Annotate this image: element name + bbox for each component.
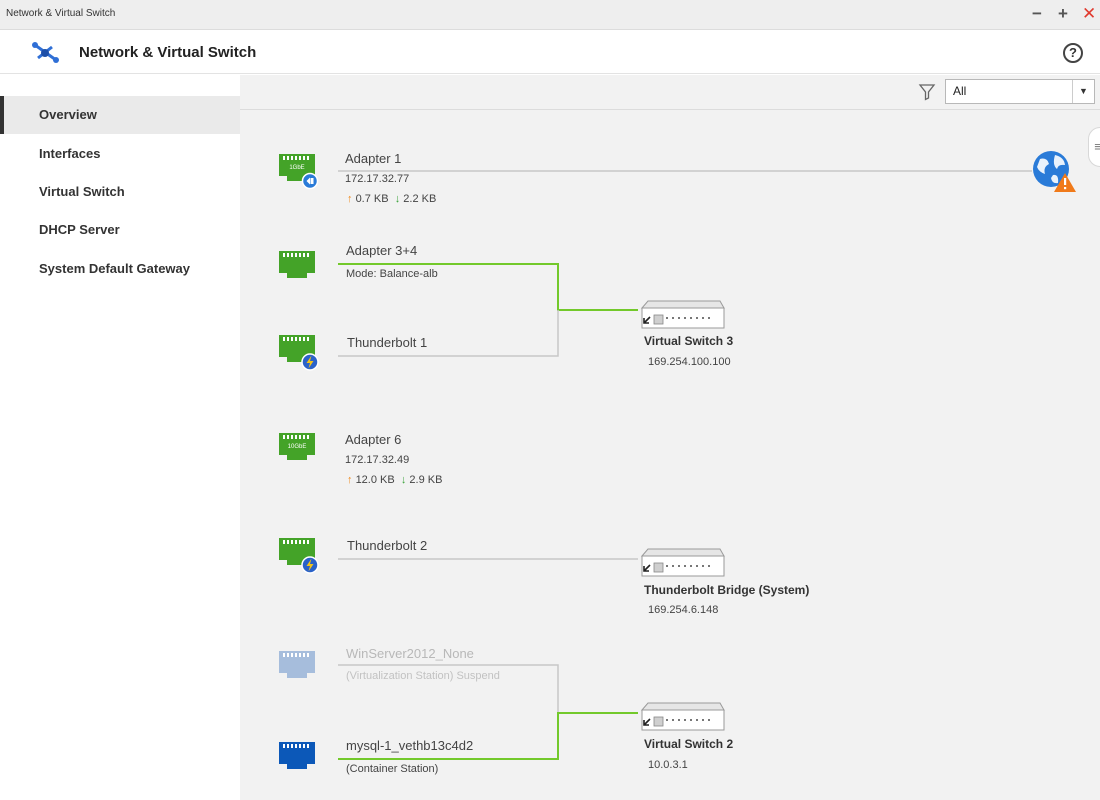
chevron-down-icon: ▼: [1072, 80, 1094, 103]
help-icon[interactable]: ?: [1063, 43, 1083, 63]
adapter-traffic: ↑ 12.0 KB ↓ 2.9 KB: [347, 474, 442, 486]
sidebar-item-interfaces[interactable]: Interfaces: [0, 135, 240, 173]
app-title: Network & Virtual Switch: [79, 44, 257, 61]
ethernet-port-icon[interactable]: [277, 249, 321, 287]
switch-ip: 169.254.6.148: [648, 604, 719, 616]
sidebar: Overview Interfaces Virtual Switch DHCP …: [0, 75, 240, 800]
network-app-logo-icon: [32, 42, 59, 63]
sidebar-item-overview[interactable]: Overview: [0, 96, 240, 134]
port-speed-label: 1GbE: [289, 165, 304, 171]
adapter-mode: Mode: Balance-alb: [346, 268, 438, 280]
filter-value: All: [953, 84, 967, 98]
upload-arrow-icon: ↑: [347, 474, 353, 486]
adapter-ip: 172.17.32.77: [345, 173, 410, 185]
adapter-ip: 172.17.32.49: [345, 454, 410, 466]
adapter-name: Thunderbolt 2: [347, 538, 428, 553]
close-button[interactable]: ✕: [1082, 4, 1096, 24]
upload-arrow-icon: ↑: [347, 193, 353, 205]
window-titlebar: Network & Virtual Switch − + ✕: [0, 0, 1100, 30]
switch-ip: 169.254.100.100: [648, 356, 731, 368]
sidebar-item-virtual-switch[interactable]: Virtual Switch: [0, 173, 240, 211]
adapter-traffic: ↑ 0.7 KB ↓ 2.2 KB: [347, 193, 436, 205]
adapter-name: mysql-1_vethb13c4d2: [346, 738, 474, 753]
globe-warning-icon[interactable]: [1031, 147, 1079, 195]
sidebar-item-system-default-gateway[interactable]: System Default Gateway: [0, 250, 240, 288]
switch-name: Thunderbolt Bridge (System): [644, 583, 810, 597]
ethernet-port-icon[interactable]: 1GbE: [277, 152, 321, 190]
download-value: 2.2 KB: [403, 193, 437, 205]
upload-value: 12.0 KB: [355, 474, 395, 486]
toolbar: All ▼: [240, 75, 1100, 110]
app-header: Network & Virtual Switch ?: [0, 30, 1100, 74]
filter-dropdown[interactable]: All ▼: [945, 79, 1095, 104]
window-title: Network & Virtual Switch: [6, 8, 116, 19]
adapter-name: WinServer2012_None: [346, 646, 474, 661]
filter-icon[interactable]: [918, 83, 936, 101]
adapter-source: (Container Station): [346, 763, 439, 775]
adapter-name: Thunderbolt 1: [347, 335, 428, 350]
download-arrow-icon: ↓: [400, 474, 407, 486]
side-panel-toggle[interactable]: ≡: [1088, 127, 1100, 167]
switch-name: Virtual Switch 3: [644, 334, 734, 348]
thunderbolt-port-icon[interactable]: [277, 333, 321, 371]
adapter-source: (Virtualization Station) Suspend: [346, 670, 500, 682]
download-value: 2.9 KB: [409, 474, 443, 486]
virtual-switch-icon[interactable]: [638, 547, 726, 579]
adapter-name: Adapter 1: [345, 151, 402, 166]
virtual-switch-icon[interactable]: [638, 701, 726, 733]
minimize-button[interactable]: −: [1032, 4, 1042, 24]
switch-ip: 10.0.3.1: [648, 759, 688, 771]
virtual-switch-icon[interactable]: [638, 299, 726, 331]
maximize-button[interactable]: +: [1058, 4, 1068, 24]
thunderbolt-port-icon[interactable]: [277, 536, 321, 574]
upload-value: 0.7 KB: [355, 193, 389, 205]
sidebar-item-dhcp-server[interactable]: DHCP Server: [0, 211, 240, 249]
virtual-adapter-icon[interactable]: [277, 740, 321, 778]
download-arrow-icon: ↓: [394, 193, 401, 205]
ethernet-port-icon[interactable]: 10GbE: [277, 431, 321, 469]
adapter-name: Adapter 3+4: [346, 243, 418, 258]
port-speed-label: 10GbE: [288, 444, 307, 450]
switch-name: Virtual Switch 2: [644, 737, 734, 751]
virtual-adapter-icon[interactable]: [277, 649, 321, 687]
adapter-name: Adapter 6: [345, 432, 402, 447]
main-panel: All ▼ ≡ 1GbE Adapter 1 172.17.32.77 ↑ 0.…: [240, 75, 1100, 800]
